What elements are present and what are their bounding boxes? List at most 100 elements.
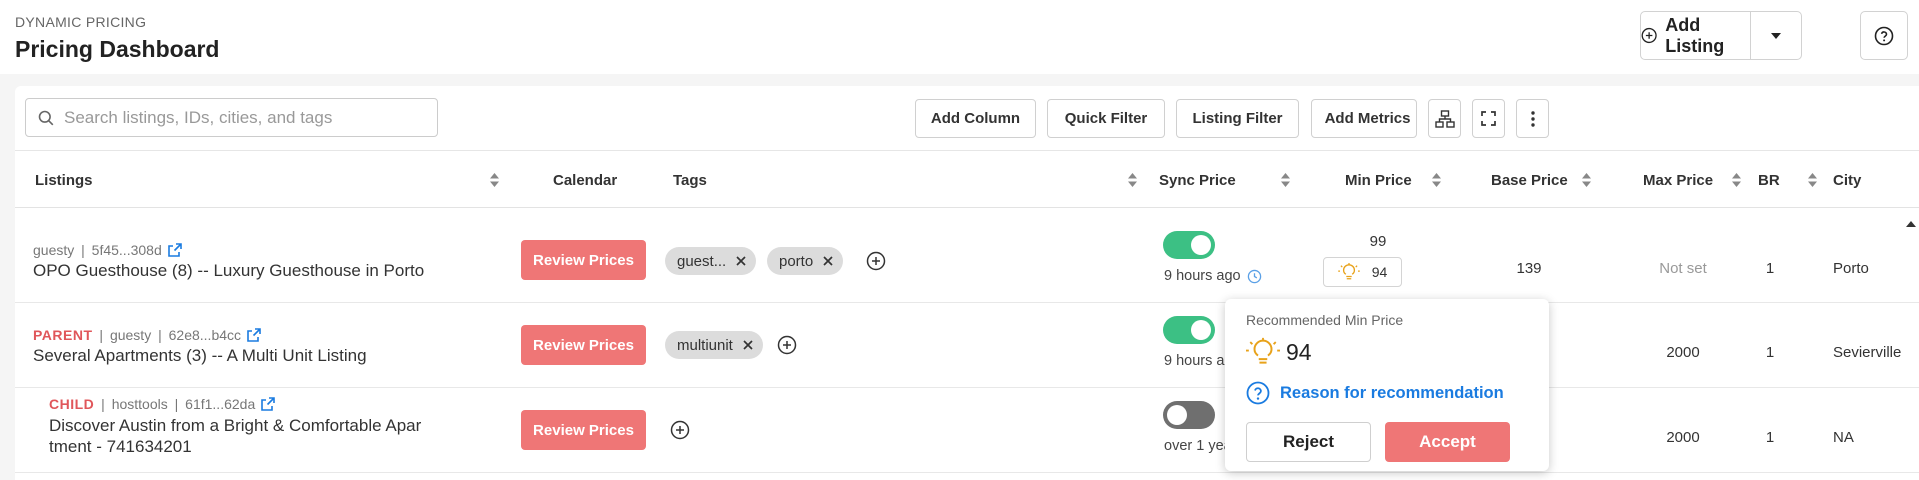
sync-time: 9 hours ago	[1164, 268, 1262, 284]
recommendation-popover: Recommended Min Price 94 Reason for reco…	[1225, 299, 1549, 471]
review-prices-button[interactable]: Review Prices	[521, 410, 646, 450]
page-title: Pricing Dashboard	[15, 36, 220, 62]
tag-chip: multiunit	[665, 331, 763, 359]
max-price-value[interactable]: 2000	[1648, 429, 1718, 446]
clock-icon	[1247, 269, 1261, 283]
external-link-icon[interactable]	[167, 243, 182, 257]
base-price-value[interactable]: 139	[1499, 260, 1559, 277]
more-options-button[interactable]	[1516, 99, 1549, 138]
sync-price-toggle[interactable]	[1163, 231, 1215, 259]
add-metrics-label: Add Metrics	[1324, 110, 1411, 127]
search-box	[25, 98, 438, 137]
accept-button[interactable]: Accept	[1385, 422, 1510, 462]
max-price-value[interactable]: 2000	[1648, 344, 1718, 361]
br-value: 1	[1765, 429, 1775, 446]
add-listing-button[interactable]: Add Listing	[1641, 12, 1751, 59]
page-header: DYNAMIC PRICING Pricing Dashboard Add Li…	[0, 0, 1919, 74]
tag-label: porto	[779, 252, 814, 270]
add-listing-group: Add Listing	[1640, 11, 1802, 60]
close-icon[interactable]	[736, 256, 746, 266]
city-value: Porto	[1833, 260, 1869, 277]
listing-meta: guesty | 5f45...308d	[33, 242, 182, 258]
add-tag-icon[interactable]	[670, 420, 690, 440]
column-header-calendar: Calendar	[553, 172, 618, 189]
column-header-max-price[interactable]: Max Price	[1643, 172, 1713, 189]
lightbulb-icon	[1246, 337, 1280, 364]
caret-down-icon	[1771, 32, 1781, 39]
tag-chip: guest...	[665, 247, 757, 275]
sort-icon[interactable]	[1732, 173, 1741, 187]
search-input[interactable]	[64, 107, 424, 128]
fullscreen-button[interactable]	[1472, 99, 1505, 138]
review-prices-button[interactable]: Review Prices	[521, 240, 646, 280]
close-icon[interactable]	[743, 340, 753, 350]
recommended-price-chip[interactable]: 94	[1323, 257, 1402, 287]
reject-button[interactable]: Reject	[1246, 422, 1371, 462]
table-row[interactable]: CHILD | hosttools | 61f1...62da Discover…	[15, 388, 1919, 473]
min-price-value[interactable]: 99	[1363, 233, 1393, 250]
table-row[interactable]: PARENT | guesty | 62e8...b4cc Several Ap…	[15, 303, 1919, 388]
br-value: 1	[1765, 344, 1775, 361]
hierarchy-button[interactable]	[1428, 99, 1461, 138]
sync-time: 9 hours a	[1164, 353, 1225, 369]
lightbulb-icon	[1337, 263, 1360, 280]
listing-filter-label: Listing Filter	[1192, 110, 1283, 127]
sort-icon[interactable]	[1128, 173, 1137, 187]
add-listing-dropdown[interactable]	[1751, 12, 1801, 59]
external-link-icon[interactable]	[247, 328, 261, 342]
search-icon	[38, 110, 54, 125]
popover-value: 94	[1246, 337, 1312, 367]
column-header-min-price[interactable]: Min Price	[1345, 172, 1412, 189]
help-icon	[1874, 26, 1894, 45]
close-icon[interactable]	[823, 256, 833, 266]
sort-icon[interactable]	[1808, 173, 1817, 187]
listing-name[interactable]: OPO Guesthouse (8) -- Luxury Guesthouse …	[33, 261, 424, 281]
help-button[interactable]	[1860, 11, 1908, 60]
reason-link[interactable]: Reason for recommendation	[1246, 381, 1504, 405]
listing-name-line-2[interactable]: tment - 741634201	[49, 437, 192, 457]
column-header-sync-price[interactable]: Sync Price	[1159, 172, 1236, 189]
listing-name-line-1[interactable]: Discover Austin from a Bright & Comforta…	[49, 416, 421, 436]
column-header-tags[interactable]: Tags	[673, 172, 707, 189]
listing-filter-button[interactable]: Listing Filter	[1176, 99, 1299, 138]
sort-icon[interactable]	[1432, 173, 1441, 187]
column-header-br[interactable]: BR	[1758, 172, 1780, 189]
reason-link-label: Reason for recommendation	[1280, 383, 1504, 402]
city-value: NA	[1833, 429, 1854, 446]
recommended-price-value: 94	[1371, 264, 1388, 280]
column-header-city[interactable]: City	[1833, 172, 1861, 189]
max-price-value[interactable]: Not set	[1648, 260, 1718, 277]
quick-filter-label: Quick Filter	[1064, 110, 1148, 127]
sync-price-toggle[interactable]	[1163, 401, 1215, 429]
listing-source: guesty	[33, 242, 75, 258]
listing-source: hosttools	[111, 396, 168, 412]
add-tag-icon[interactable]	[866, 251, 886, 271]
help-icon	[1246, 381, 1270, 405]
page-eyebrow: DYNAMIC PRICING	[15, 14, 147, 30]
listings-card: Add Column Quick Filter Listing Filter A…	[15, 86, 1919, 480]
external-link-icon[interactable]	[261, 397, 276, 411]
add-column-button[interactable]: Add Column	[915, 99, 1036, 138]
child-badge: CHILD	[49, 396, 95, 412]
listing-meta: CHILD | hosttools | 61f1...62da	[49, 396, 276, 412]
sync-price-toggle[interactable]	[1163, 316, 1215, 344]
table-row[interactable]: guesty | 5f45...308d OPO Guesthouse (8) …	[15, 218, 1919, 303]
plus-circle-icon	[1641, 27, 1657, 44]
listing-id: 61f1...62da	[185, 396, 256, 412]
sort-icon[interactable]	[1281, 173, 1290, 187]
review-prices-button[interactable]: Review Prices	[521, 325, 646, 365]
add-tag-icon[interactable]	[777, 335, 797, 355]
tag-label: guest...	[677, 252, 727, 270]
column-header-base-price[interactable]: Base Price	[1491, 172, 1568, 189]
quick-filter-button[interactable]: Quick Filter	[1047, 99, 1165, 138]
listing-source: guesty	[109, 327, 152, 343]
parent-badge: PARENT	[33, 327, 93, 343]
column-header-listings[interactable]: Listings	[35, 172, 93, 189]
sort-icon[interactable]	[1582, 173, 1591, 187]
add-column-label: Add Column	[930, 110, 1021, 127]
table-header: Listings Calendar Tags Sync Price Min Pr…	[15, 150, 1919, 227]
sort-icon[interactable]	[490, 173, 499, 187]
add-metrics-button[interactable]: Add Metrics	[1311, 99, 1417, 138]
tag-chip: porto	[767, 247, 844, 275]
listing-name[interactable]: Several Apartments (3) -- A Multi Unit L…	[33, 346, 367, 366]
